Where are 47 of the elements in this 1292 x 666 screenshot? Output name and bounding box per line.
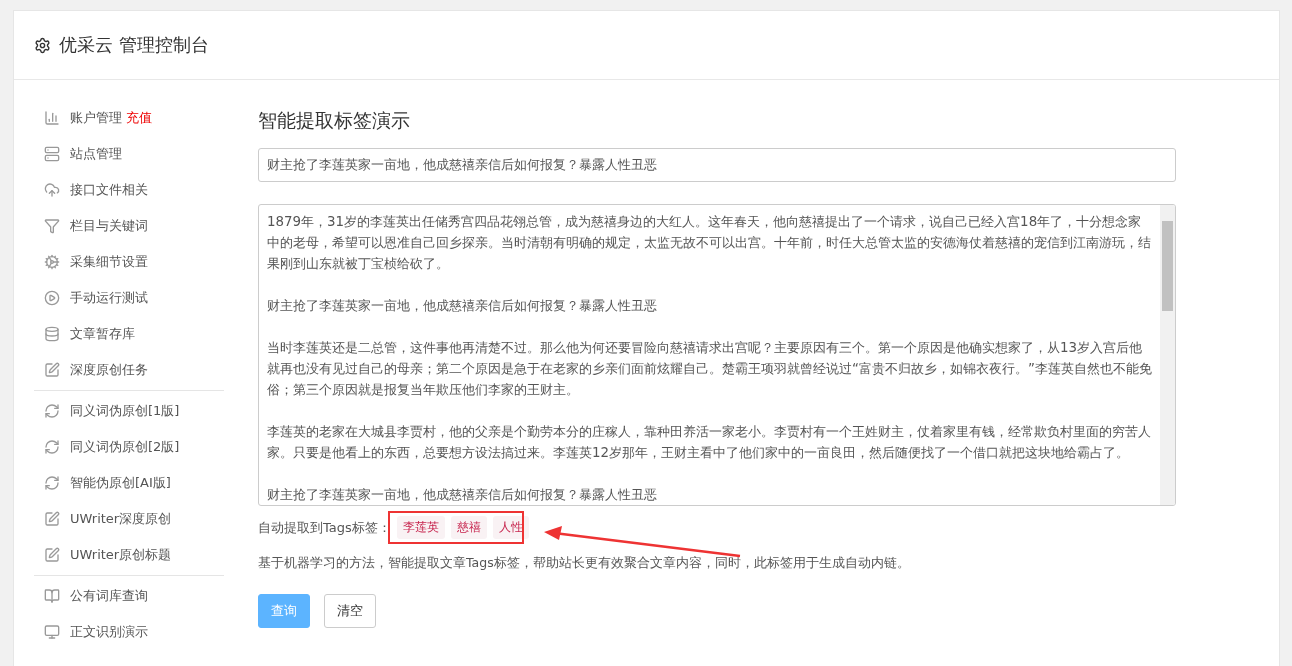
sidebar-item[interactable]: 站点管理: [34, 136, 224, 172]
sidebar-item[interactable]: 接口文件相关: [34, 172, 224, 208]
sidebar-item[interactable]: 采集细节设置: [34, 244, 224, 280]
paragraph: 财主抢了李莲英家一亩地，他成慈禧亲信后如何报复？暴露人性丑恶: [267, 297, 658, 315]
server-icon: [44, 146, 60, 162]
paragraph: 财主抢了李莲英家一亩地，他成慈禧亲信后如何报复？暴露人性丑恶: [267, 486, 658, 504]
filter-icon: [44, 218, 60, 234]
sidebar-item[interactable]: UWriter原创标题: [34, 537, 224, 573]
edit-icon: [44, 547, 60, 563]
sidebar-item[interactable]: 正文识别演示: [34, 614, 224, 650]
content-textarea[interactable]: [258, 204, 1176, 506]
tag: 慈禧: [450, 516, 487, 539]
bar-chart-icon: [44, 110, 60, 126]
sidebar-item[interactable]: 智能伪原创[AI版]: [34, 465, 224, 501]
description-text: 基于机器学习的方法，智能提取文章Tags标签，帮助站长更有效聚合文章内容，同时，此标签用于生成自动内链。: [258, 555, 911, 572]
section-title: 智能提取标签演示: [258, 108, 411, 133]
sidebar-item[interactable]: 手动运行测试: [34, 280, 224, 316]
edit-icon: [44, 511, 60, 527]
refresh-icon: [44, 403, 60, 419]
play-icon: [44, 290, 60, 306]
clear-button[interactable]: 清空: [324, 594, 376, 628]
edit-icon: [44, 362, 60, 378]
title-input[interactable]: 财主抢了李莲英家一亩地，他成慈禧亲信后如何报复？暴露人性丑恶: [258, 148, 1176, 182]
refresh-icon: [44, 475, 60, 491]
paragraph: 李莲英的老家在大城县李贾村，他的父亲是个勤劳本分的庄稼人，靠种田养活一家老小。李贾村有一个王姓财主，仗着家里有钱，经常欺负村里面的穷苦人家。只要是他看上的东西，总要想方设法搞过来。李莲英12岁那年，王财主看中了他们家中的一亩良田，然后随便找了一个借口就把这块地给霸占了。: [267, 423, 1152, 462]
paragraph: 当时李莲英还是二总管，这件事他再清楚不过。那么他为何还要冒险向慈禧请求出宫呢？主要原因有三个。第一个原因是他确实想家了，从13岁入宫后他就再也没有见过自己的母亲；第二个原因是急于在老家的乡亲们面前炫耀自己。楚霸王项羽就曾经说过“富贵不归故乡，如锦衣夜行。”李莲英自然也不能免俗；第三个原因就是报复当年欺压他们李家的王财主。: [267, 339, 1152, 399]
sidebar-item[interactable]: 公有词库查询: [34, 578, 224, 614]
sidebar-item[interactable]: 深度原创任务: [34, 352, 224, 388]
sidebar-item[interactable]: 账户管理 充值: [34, 100, 224, 136]
cloud-upload-icon: [44, 182, 60, 198]
console-title: 优采云 管理控制台: [59, 33, 209, 57]
tags-label: 自动提取到Tags标签：: [258, 518, 391, 537]
sidebar-item[interactable]: 文章暂存库: [34, 316, 224, 352]
refresh-icon: [44, 439, 60, 455]
paragraph: 1879年，31岁的李莲英出任储秀宫四品花翎总管，成为慈禧身边的大红人。这年春天，他向慈禧提出了一个请求，说自己已经入宫18年了，十分想念家中的老母，希望可以恩准自己回乡探亲。当时清朝有明确的规定，太监无故不可以出宫。十年前，时任大总管太监的安德海仗着慈禧的宠信到江南游玩，结果刚到山东就被丁宝桢给砍了。: [267, 213, 1152, 273]
gears-icon: [44, 254, 60, 270]
monitor-icon: [44, 624, 60, 640]
book-icon: [44, 588, 60, 604]
sidebar-item[interactable]: 同义词伪原创[2版]: [34, 429, 224, 465]
tag: 人性: [492, 516, 529, 539]
database-icon: [44, 326, 60, 342]
tag: 李莲英: [396, 516, 445, 539]
scrollbar[interactable]: [1160, 205, 1175, 505]
sidebar-item[interactable]: 栏目与关键词: [34, 208, 224, 244]
sidebar-item[interactable]: 同义词伪原创[1版]: [34, 393, 224, 429]
settings-icon: [34, 36, 51, 54]
sidebar-item[interactable]: UWriter深度原创: [34, 501, 224, 537]
